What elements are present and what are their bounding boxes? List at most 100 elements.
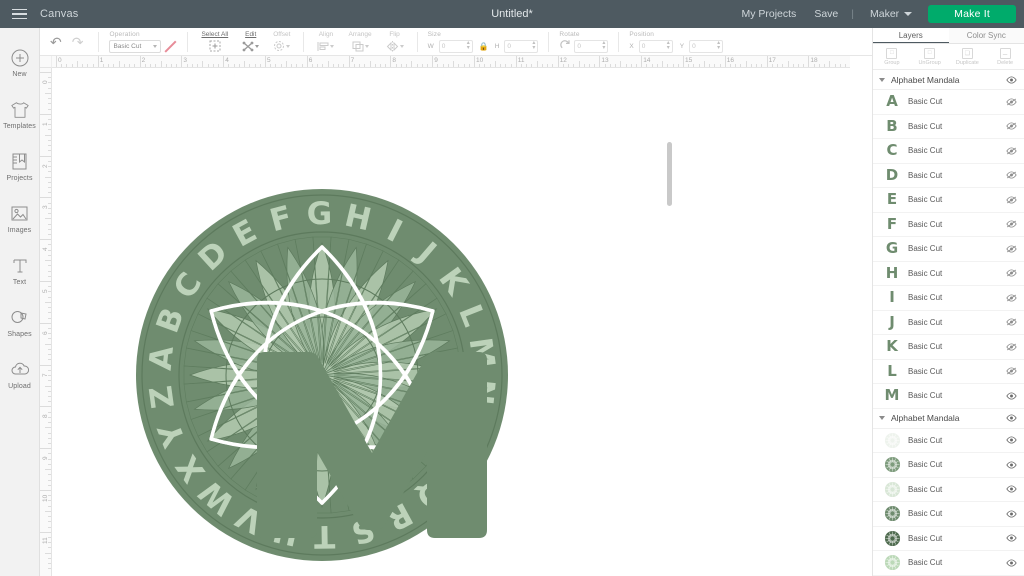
layer-row[interactable]: C Basic Cut [873, 139, 1024, 164]
flip-button[interactable]: Flip [379, 28, 411, 56]
layer-row[interactable]: Basic Cut [873, 527, 1024, 551]
visibility-toggle-icon[interactable] [1005, 435, 1018, 445]
sidebar-item-new[interactable]: New [0, 36, 40, 88]
sidebar-item-text[interactable]: Text [0, 244, 40, 296]
layer-row[interactable]: K Basic Cut [873, 335, 1024, 360]
layer-row[interactable]: M Basic Cut [873, 384, 1024, 409]
stepper-icon[interactable]: ▴ ▾ [717, 40, 720, 51]
tab-layers[interactable]: Layers [873, 28, 949, 43]
stepper-icon[interactable]: ▴ ▾ [602, 40, 605, 51]
visibility-toggle-icon[interactable] [1005, 558, 1018, 568]
ruler-minor-tick [719, 64, 721, 67]
operation-select[interactable]: Basic Cut [109, 39, 162, 53]
ruler-major-tick [515, 56, 517, 67]
visibility-toggle-icon[interactable] [1005, 317, 1018, 327]
layers-list[interactable]: Alphabet Mandala A Basic Cut B Basic Cut C Bas… [873, 70, 1024, 576]
visibility-toggle-icon[interactable] [1005, 484, 1018, 494]
vertical-ruler[interactable]: 0 1 2 3 4 5 6 7 8 9 10 11 [40, 68, 52, 576]
visibility-toggle-icon[interactable] [1005, 219, 1018, 229]
position-x-input[interactable]: 0 ▴ ▾ [638, 39, 673, 53]
visibility-toggle-icon[interactable] [1005, 391, 1018, 401]
horizontal-ruler[interactable]: 012345678910111213141516171819 [52, 56, 850, 68]
visibility-toggle-icon[interactable] [1005, 533, 1018, 543]
layer-row[interactable]: Basic Cut [873, 502, 1024, 527]
visibility-toggle-icon[interactable] [1005, 509, 1018, 519]
lock-icon[interactable]: 🔒 [479, 42, 489, 51]
chevron-down-icon[interactable] [879, 416, 885, 420]
ruler-minor-tick [651, 64, 653, 67]
sidebar-item-templates[interactable]: Templates [0, 88, 40, 140]
visibility-toggle-icon[interactable] [1005, 97, 1018, 107]
redo-arrow-icon[interactable]: ↷ [72, 35, 84, 49]
visibility-toggle-icon[interactable] [1005, 195, 1018, 205]
sidebar-item-projects[interactable]: Projects [0, 140, 40, 192]
rotate-input[interactable]: 0 ▴ ▾ [574, 39, 609, 53]
layer-row[interactable]: J Basic Cut [873, 311, 1024, 335]
design-canvas[interactable]: ABCDEFGHIJKLMNOPQRSTUVWXYZ [52, 68, 850, 576]
visibility-toggle-icon[interactable] [1005, 146, 1018, 156]
sidebar-item-upload[interactable]: Upload [0, 348, 40, 400]
select-all-button[interactable]: Select All [194, 28, 235, 56]
sidebar-item-images[interactable]: Images [0, 192, 40, 244]
layer-group-header[interactable]: Alphabet Mandala [873, 70, 1024, 90]
position-y-input[interactable]: 0 ▴ ▾ [689, 39, 724, 53]
layer-row[interactable]: L Basic Cut [873, 360, 1024, 384]
visibility-toggle-icon[interactable] [1005, 75, 1018, 85]
visibility-toggle-icon[interactable] [1005, 244, 1018, 254]
visibility-toggle-icon[interactable] [1005, 293, 1018, 303]
align-button[interactable]: Align [310, 28, 341, 56]
line-type-icon[interactable] [164, 40, 177, 53]
duplicate-button[interactable]: ❏ Duplicate [949, 44, 987, 69]
ruler-minor-tick [484, 64, 486, 67]
arrange-button[interactable]: Arrange [341, 28, 378, 56]
ruler-minor-tick [150, 64, 152, 67]
visibility-toggle-icon[interactable] [1005, 366, 1018, 376]
ruler-major-tick [97, 56, 99, 67]
chevron-down-icon[interactable] [879, 77, 885, 82]
visibility-toggle-icon[interactable] [1005, 170, 1018, 180]
hamburger-menu-icon[interactable] [0, 0, 38, 28]
layer-row[interactable]: D Basic Cut [873, 164, 1024, 188]
layer-row[interactable]: Basic Cut [873, 551, 1024, 576]
layer-row[interactable]: Basic Cut [873, 429, 1024, 453]
layer-group-header[interactable]: Alphabet Mandala [873, 409, 1024, 429]
stepper-icon[interactable]: ▴ ▾ [667, 40, 670, 51]
canvas-vertical-scrollbar[interactable] [667, 142, 672, 206]
edit-button[interactable]: Edit [235, 28, 266, 56]
machine-selector[interactable]: Maker [858, 8, 918, 20]
ungroup-button[interactable]: □ UnGroup [911, 44, 949, 69]
visibility-toggle-icon[interactable] [1005, 460, 1018, 470]
layer-row[interactable]: H Basic Cut [873, 262, 1024, 286]
make-it-button[interactable]: Make It [928, 5, 1016, 23]
offset-button[interactable]: Offset [266, 28, 297, 56]
ruler-minor-tick [630, 64, 632, 67]
ruler-minor-tick [416, 64, 418, 67]
tab-color-sync[interactable]: Color Sync [948, 28, 1024, 43]
layer-row[interactable]: E Basic Cut [873, 188, 1024, 213]
layer-row[interactable]: I Basic Cut [873, 286, 1024, 311]
visibility-toggle-icon[interactable] [1005, 413, 1018, 423]
layer-row[interactable]: A Basic Cut [873, 90, 1024, 115]
mandala-artwork[interactable]: ABCDEFGHIJKLMNOPQRSTUVWXYZ [52, 68, 850, 576]
my-projects-link[interactable]: My Projects [732, 8, 805, 20]
sidebar-item-shapes[interactable]: Shapes [0, 296, 40, 348]
stepper-icon[interactable]: ▴ ▾ [467, 40, 470, 51]
ruler-minor-tick [113, 64, 115, 67]
group-button[interactable]: □ Group [873, 44, 911, 69]
visibility-toggle-icon[interactable] [1005, 121, 1018, 131]
undo-arrow-icon[interactable]: ↶ [50, 35, 62, 49]
layer-row[interactable]: F Basic Cut [873, 213, 1024, 237]
size-width-input[interactable]: 0 ▴ ▾ [438, 39, 473, 53]
layer-row[interactable]: G Basic Cut [873, 237, 1024, 262]
layer-row[interactable]: Basic Cut [873, 478, 1024, 502]
ruler-minor-tick [48, 228, 51, 230]
layer-row[interactable]: B Basic Cut [873, 115, 1024, 139]
ruler-tick-label: 17 [768, 57, 776, 64]
delete-button[interactable]: ⚊ Delete [986, 44, 1024, 69]
stepper-icon[interactable]: ▴ ▾ [532, 40, 535, 51]
visibility-toggle-icon[interactable] [1005, 268, 1018, 278]
save-link[interactable]: Save [805, 8, 847, 20]
layer-row[interactable]: Basic Cut [873, 453, 1024, 478]
visibility-toggle-icon[interactable] [1005, 342, 1018, 352]
size-height-input[interactable]: 0 ▴ ▾ [504, 39, 539, 53]
